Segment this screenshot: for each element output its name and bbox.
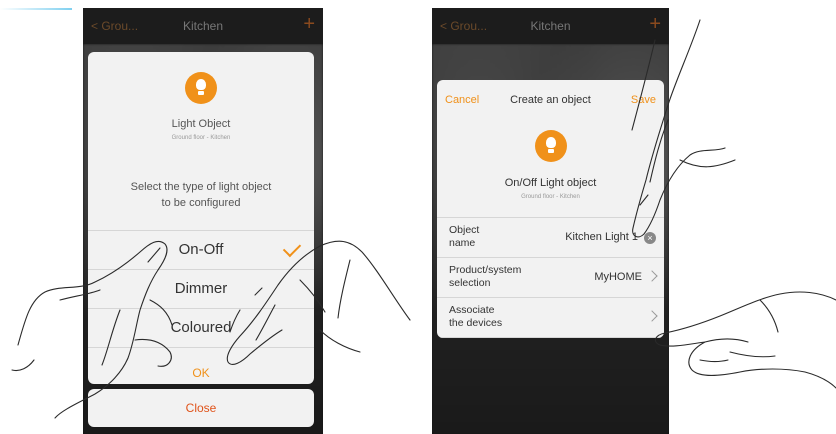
header-title: Kitchen (530, 19, 571, 33)
app-header: < Grou... Kitchen + (83, 8, 323, 44)
object-name-row[interactable]: Object name Kitchen Light 1 × (437, 218, 664, 258)
option-on-off[interactable]: On-Off (88, 231, 314, 270)
instruction-text: Select the type of light object to be co… (130, 181, 272, 209)
lightbulb-icon (185, 72, 217, 104)
row-value: MyHOME (594, 271, 642, 283)
dialog-title: Light Object (171, 118, 231, 130)
app-header: < Grou... Kitchen + (432, 8, 669, 44)
option-label: Coloured (170, 319, 232, 336)
chevron-right-icon (646, 270, 658, 282)
lightbulb-icon (535, 130, 567, 162)
object-location: Ground floor - Kitchen (521, 194, 580, 200)
ok-button[interactable]: OK (88, 366, 314, 380)
create-object-dialog: Cancel Create an object Save On/Off Ligh… (437, 80, 664, 338)
option-dimmer[interactable]: Dimmer (88, 270, 314, 309)
checkmark-icon (282, 238, 302, 258)
clear-icon[interactable]: × (644, 232, 656, 244)
pointing-hand-bottom (654, 291, 836, 389)
close-button[interactable]: Close (88, 389, 314, 427)
row-label: Product/system selection (449, 264, 522, 289)
dialog-subtitle: Ground floor - Kitchen (171, 135, 231, 141)
right-phone-screen: < Grou... Kitchen + Cancel Create an obj… (432, 8, 669, 434)
left-phone-screen: < Grou... Kitchen + Light Object Ground … (83, 8, 323, 434)
option-coloured[interactable]: Coloured (88, 309, 314, 348)
row-label: Associate the devices (449, 304, 503, 329)
associate-devices-row[interactable]: Associate the devices (437, 298, 664, 338)
add-button[interactable]: + (649, 13, 661, 36)
light-type-dialog: Light Object Ground floor - Kitchen Sele… (88, 52, 314, 384)
object-settings-list: Object name Kitchen Light 1 × Product/sy… (437, 217, 664, 338)
product-selection-row[interactable]: Product/system selection MyHOME (437, 258, 664, 298)
option-label: On-Off (178, 241, 224, 258)
object-name-input[interactable]: Kitchen Light 1 (565, 231, 638, 243)
object-type-label: On/Off Light object (504, 177, 597, 189)
option-label: Dimmer (174, 280, 228, 297)
light-type-options: On-Off Dimmer Coloured (88, 230, 314, 348)
top-accent-line (0, 8, 72, 10)
add-button[interactable]: + (303, 13, 315, 36)
chevron-right-icon (646, 310, 658, 322)
header-title: Kitchen (182, 19, 224, 33)
row-label: Object name (449, 224, 480, 249)
save-button[interactable]: Save (631, 94, 656, 106)
